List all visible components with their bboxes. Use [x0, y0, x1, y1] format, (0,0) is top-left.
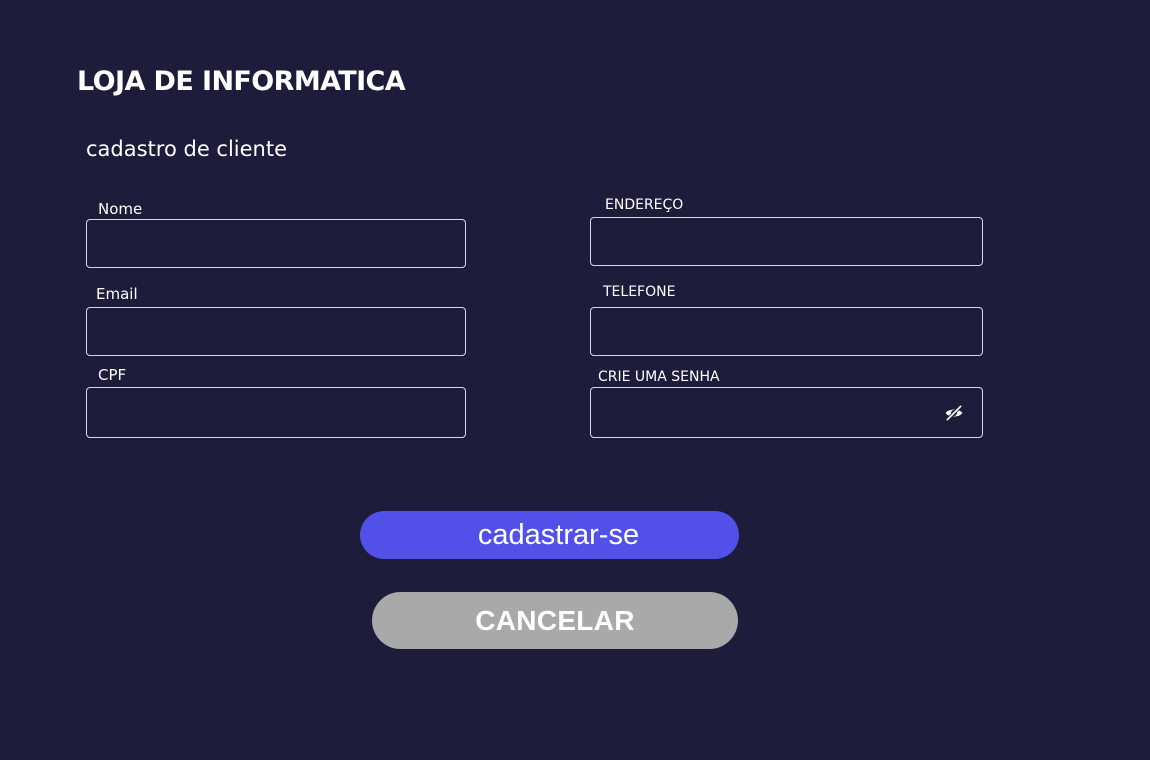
register-button[interactable]: cadastrar-se	[360, 511, 739, 559]
phone-input[interactable]	[591, 308, 982, 355]
form-subtitle: cadastro de cliente	[86, 137, 288, 161]
phone-field	[590, 307, 983, 356]
password-field	[590, 387, 983, 438]
cpf-input[interactable]	[87, 388, 465, 437]
address-label: ENDEREÇO	[593, 197, 690, 214]
email-field	[86, 307, 466, 356]
cpf-field	[86, 387, 466, 438]
password-input[interactable]	[591, 388, 982, 437]
cancel-button[interactable]: CANCELAR	[372, 592, 738, 649]
name-field	[86, 219, 466, 268]
address-field	[590, 217, 983, 266]
email-label: Email	[84, 286, 150, 303]
name-input[interactable]	[87, 220, 465, 267]
name-label: Nome	[86, 201, 155, 218]
cpf-label: CPF	[86, 367, 157, 384]
address-input[interactable]	[591, 218, 982, 265]
store-title: LOJA DE INFORMATICA	[77, 66, 406, 97]
phone-label: TELEFONE	[591, 284, 682, 301]
email-input[interactable]	[87, 308, 465, 355]
eye-off-icon[interactable]	[944, 403, 964, 423]
password-label: CRIE UMA SENHA	[586, 369, 724, 386]
